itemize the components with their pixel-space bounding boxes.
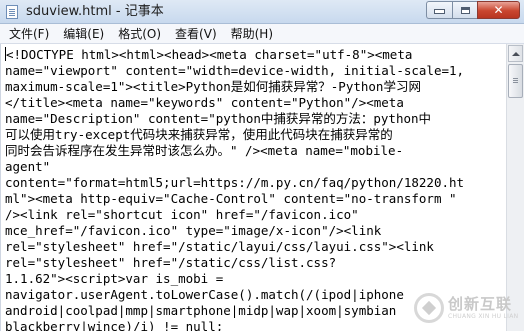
title-bar[interactable]: sduview.html - 记事本 ✕ — [0, 0, 524, 24]
code-line-11: /><link rel="shortcut icon" href="/favic… — [5, 207, 359, 222]
code-line-3: maximum-scale=1"><title>Python是如何捕获异常？-P… — [5, 79, 421, 94]
menu-bar: 文件(F) 编辑(E) 格式(O) 查看(V) 帮助(H) — [0, 24, 524, 44]
code-line-6: 可以使用try-except代码块来捕获异常，使用此代码块在捕获异常的 — [5, 127, 393, 142]
watermark-cn: 创新互联 — [448, 294, 513, 313]
vertical-scrollbar[interactable] — [506, 44, 524, 331]
watermark: 创新互联 CHUANG XIN HU LIAN — [414, 290, 520, 326]
code-line-9: content="format=html5;url=https://m.py.c… — [5, 175, 465, 190]
text-editor[interactable]: <!DOCTYPE html><html><head><meta charset… — [0, 44, 506, 331]
code-line-7: 同时会告诉程序在发生异常时该怎么办。" /><meta name="mobile… — [5, 143, 404, 158]
code-line-1-text: <!DOCTYPE html><html><head><meta charset… — [6, 47, 413, 62]
scroll-up-button[interactable] — [508, 45, 523, 62]
grip-line — [513, 80, 518, 81]
maximize-button[interactable] — [452, 1, 477, 19]
scroll-up-arrow-icon — [511, 51, 520, 56]
menu-format[interactable]: 格式(O) — [111, 25, 168, 43]
menu-file[interactable]: 文件(F) — [2, 25, 56, 43]
close-button[interactable]: ✕ — [477, 1, 520, 19]
code-line-13: rel="stylesheet" href="/static/layui/css… — [5, 239, 434, 254]
minimize-button[interactable] — [426, 1, 452, 19]
menu-help[interactable]: 帮助(H) — [224, 25, 280, 43]
code-line-14: rel="stylesheet" href="/static/css/list.… — [5, 255, 337, 270]
code-line-4: </title><meta name="keywords" content="P… — [5, 95, 404, 110]
close-icon: ✕ — [493, 3, 504, 17]
watermark-text: 创新互联 CHUANG XIN HU LIAN — [448, 294, 519, 320]
code-line-10: ml"><meta http-equiv="Cache-Control" con… — [5, 191, 457, 206]
code-line-2: name="viewport" content="width=device-wi… — [5, 63, 465, 78]
menu-edit[interactable]: 编辑(E) — [56, 25, 111, 43]
grip-line — [513, 78, 518, 79]
notepad-icon — [6, 5, 18, 19]
code-line-8: agent" — [5, 159, 51, 174]
window-title: sduview.html - 记事本 — [26, 4, 164, 19]
code-line-5: name="Description" content="python中捕获异常的… — [5, 111, 432, 126]
maximize-icon — [460, 6, 470, 14]
code-line-1: <!DOCTYPE html><html><head><meta charset… — [5, 47, 505, 63]
scroll-thumb[interactable] — [508, 64, 523, 98]
watermark-en: CHUANG XIN HU LIAN — [448, 312, 519, 320]
editor-content[interactable]: <!DOCTYPE html><html><head><meta charset… — [5, 47, 505, 331]
chuangxin-logo-icon — [414, 293, 444, 323]
minimize-icon — [434, 9, 445, 14]
menu-view[interactable]: 查看(V) — [168, 25, 224, 43]
window-controls: ✕ — [426, 1, 520, 19]
grip-line — [513, 82, 518, 83]
code-line-12: mce_href="/favicon.ico" type="image/x-ic… — [5, 223, 382, 238]
code-line-15: 1.1.62"><script>var is_mobi = — [5, 271, 224, 286]
